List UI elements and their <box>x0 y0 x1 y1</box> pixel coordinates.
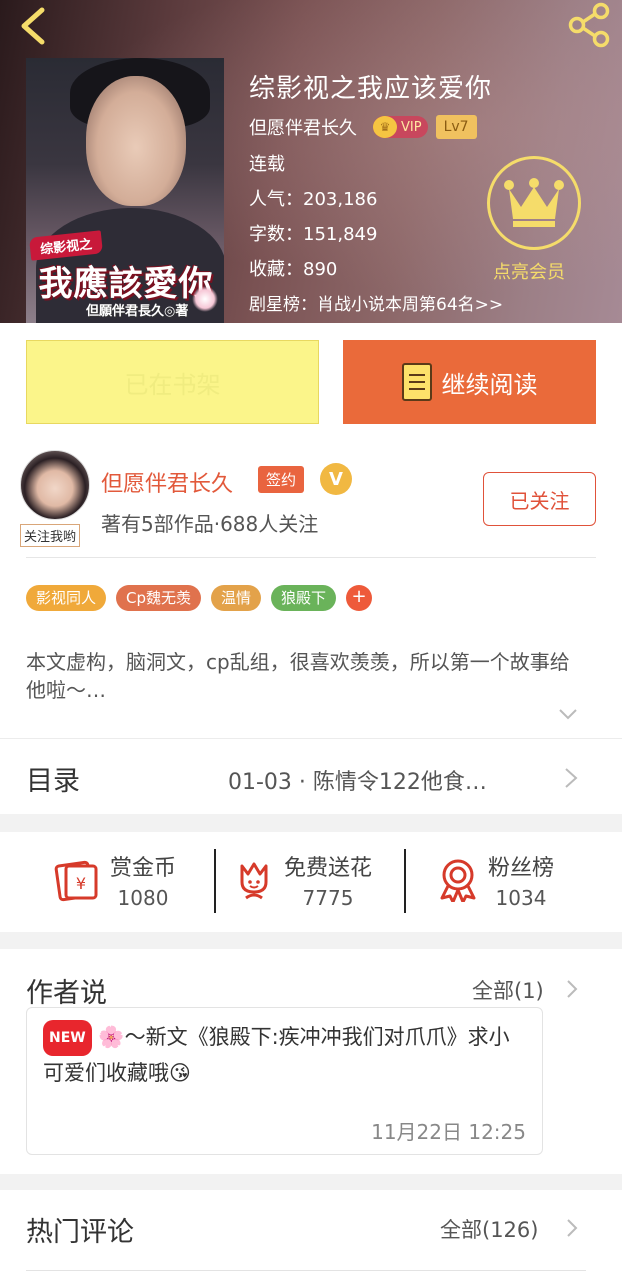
tag[interactable]: Cp魏无羡 <box>116 585 202 611</box>
author-name[interactable]: 但愿伴君长久 <box>101 466 233 498</box>
member-button[interactable] <box>487 156 581 250</box>
book-author[interactable]: 但愿伴君长久 <box>249 114 357 140</box>
note-timestamp: 11月22日 12:25 <box>371 1120 526 1144</box>
tag[interactable]: 狼殿下 <box>271 585 337 611</box>
tag[interactable]: 影视同人 <box>26 585 107 611</box>
chevron-left-icon <box>21 7 45 45</box>
table-of-contents-row[interactable]: 目录 01-03 · 陈情令122他食… <box>0 738 622 814</box>
author-stats: 著有5部作品·688人关注 <box>101 512 319 536</box>
description-section: 影视同人 Cp魏无羡 温情 狼殿下 + 本文虚构，脑洞文，cp乱组，很喜欢羡羡，… <box>0 558 622 738</box>
reward-coins-button[interactable]: ¥ 赏金币 1080 <box>54 850 176 910</box>
words-stat: 字数：151,849 <box>249 224 378 245</box>
hot-comments-more-link[interactable]: 全部(126) <box>440 1214 538 1244</box>
hot-comments-title: 热门评论 <box>26 1217 134 1248</box>
support-label: 粉丝榜 <box>488 856 555 881</box>
tag[interactable]: 温情 <box>211 585 262 611</box>
fans-ranking-button[interactable]: 粉丝榜 1034 <box>438 850 554 910</box>
note-text: 🌸～新文《狼殿下:疾冲冲我们对爪爪》求小可爱们收藏哦😘 <box>43 1025 510 1085</box>
ranking-link[interactable]: 剧星榜：肖战小说本周第64名>> <box>249 290 503 315</box>
support-label: 免费送花 <box>284 856 373 881</box>
in-shelf-button[interactable]: 已在书架 <box>26 340 319 424</box>
support-value: 1034 <box>495 886 547 910</box>
flower-decoration <box>192 286 218 312</box>
action-bar: 已在书架 继续阅读 <box>0 323 622 438</box>
separator <box>404 849 406 913</box>
book-icon <box>401 363 432 401</box>
coin-envelope-icon: ¥ <box>54 860 98 902</box>
book-status: 连载 <box>249 154 285 175</box>
popularity-stat: 人气：203,186 <box>249 189 378 210</box>
svg-text:¥: ¥ <box>76 874 86 893</box>
signed-badge: 签约 <box>258 466 305 493</box>
author-says-more-link[interactable]: 全部(1) <box>472 975 544 1005</box>
comment-card-peek <box>26 1270 586 1280</box>
tag-list: 影视同人 Cp魏无羡 温情 狼殿下 + <box>26 585 373 611</box>
chevron-right-icon[interactable] <box>566 1218 578 1238</box>
new-badge: NEW <box>43 1020 92 1056</box>
collect-stat: 收藏：890 <box>249 259 338 280</box>
vip-badge: ♛ VIP <box>373 116 428 138</box>
medal-icon <box>440 859 476 902</box>
continue-reading-button[interactable]: 继续阅读 <box>343 340 596 424</box>
latest-chapter: 01-03 · 陈情令122他食… <box>228 770 487 795</box>
author-note-card[interactable]: NEW 🌸～新文《狼殿下:疾冲冲我们对爪爪》求小可爱们收藏哦😘 11月22日 1… <box>26 1007 543 1155</box>
support-label: 赏金币 <box>110 856 177 881</box>
avatar[interactable] <box>20 450 90 520</box>
crown-icon <box>504 178 564 227</box>
chevron-down-icon[interactable] <box>558 708 578 720</box>
send-flower-button[interactable]: 免费送花 7775 <box>234 850 372 910</box>
author-card: 关注我哟 但愿伴君长久 签约 V 著有5部作品·688人关注 已关注 <box>0 438 622 558</box>
cover-byline: 但願伴君長久◎著 <box>86 304 189 319</box>
author-note: NEW 🌸～新文《狼殿下:疾冲冲我们对爪爪》求小可爱们收藏哦😘 <box>43 1020 523 1090</box>
book-header: 综影视之 我應該愛你 但願伴君長久◎著 综影视之我应该爱你 但愿伴君长久 ♛ V… <box>0 0 622 323</box>
author-says-section: 作者说 全部(1) NEW 🌸～新文《狼殿下:疾冲冲我们对爪爪》求小可爱们收藏哦… <box>0 949 622 1174</box>
chevron-right-icon[interactable] <box>566 979 578 999</box>
book-title: 综影视之我应该爱你 <box>249 74 493 104</box>
separator <box>214 849 216 913</box>
support-value: 7775 <box>302 886 354 910</box>
book-description[interactable]: 本文虚构，脑洞文，cp乱组，很喜欢羡羡，所以第一个故事给他啦～… <box>26 648 586 704</box>
flower-icon <box>240 862 268 900</box>
support-bar: ¥ 赏金币 1080 免费送花 7775 粉丝榜 1034 <box>0 832 622 932</box>
book-cover[interactable]: 综影视之 我應該愛你 但願伴君長久◎著 <box>26 58 224 323</box>
add-tag-button[interactable]: + <box>346 585 373 611</box>
followed-button[interactable]: 已关注 <box>483 472 596 526</box>
follow-me-tag: 关注我哟 <box>20 524 81 547</box>
level-badge: Lv7 <box>435 115 477 139</box>
support-value: 1080 <box>117 886 169 910</box>
toc-title: 目录 <box>26 766 80 797</box>
crown-icon: ♛ <box>373 116 397 138</box>
author-says-title: 作者说 <box>26 978 107 1009</box>
chevron-right-icon <box>565 768 578 788</box>
share-button[interactable] <box>566 2 612 48</box>
verified-icon: V <box>320 463 352 495</box>
book-author-line: 但愿伴君长久 ♛ VIP Lv7 <box>249 114 477 140</box>
member-label[interactable]: 点亮会员 <box>493 258 565 284</box>
hot-comments-section: 热门评论 全部(126) <box>0 1190 622 1280</box>
back-button[interactable] <box>14 4 54 48</box>
share-icon <box>568 2 610 48</box>
